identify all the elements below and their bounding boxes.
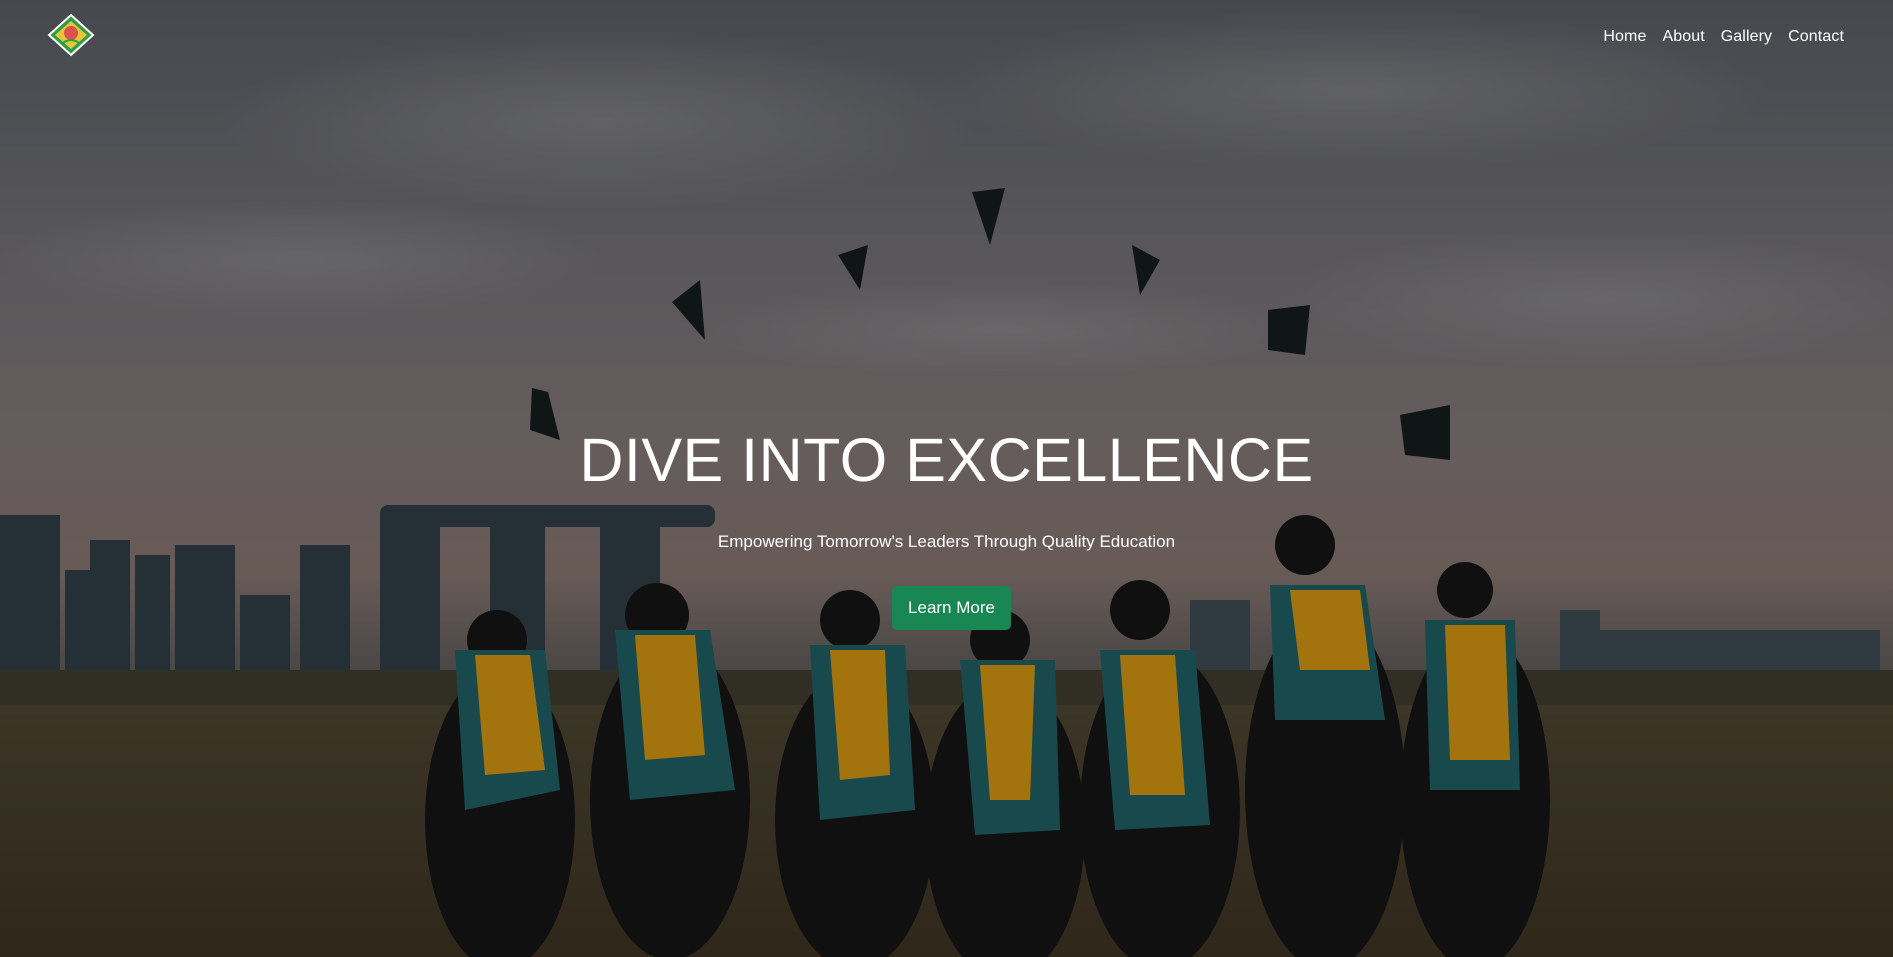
nav-contact-link[interactable]: Contact	[1788, 28, 1844, 46]
nav-links: Home About Gallery Contact	[1603, 28, 1844, 46]
nav-home-link[interactable]: Home	[1603, 28, 1646, 46]
navbar: Home About Gallery Contact	[0, 0, 1893, 76]
nav-gallery-link[interactable]: Gallery	[1721, 28, 1772, 46]
learn-more-button[interactable]: Learn More	[892, 586, 1011, 630]
school-logo-icon[interactable]	[46, 13, 96, 57]
hero-title: DIVE INTO EXCELLENCE	[579, 426, 1314, 494]
hero-subtitle: Empowering Tomorrow's Leaders Through Qu…	[717, 532, 1176, 551]
nav-about-link[interactable]: About	[1662, 28, 1704, 46]
hero-section: Home About Gallery Contact DIVE INTO EXC…	[0, 0, 1893, 957]
